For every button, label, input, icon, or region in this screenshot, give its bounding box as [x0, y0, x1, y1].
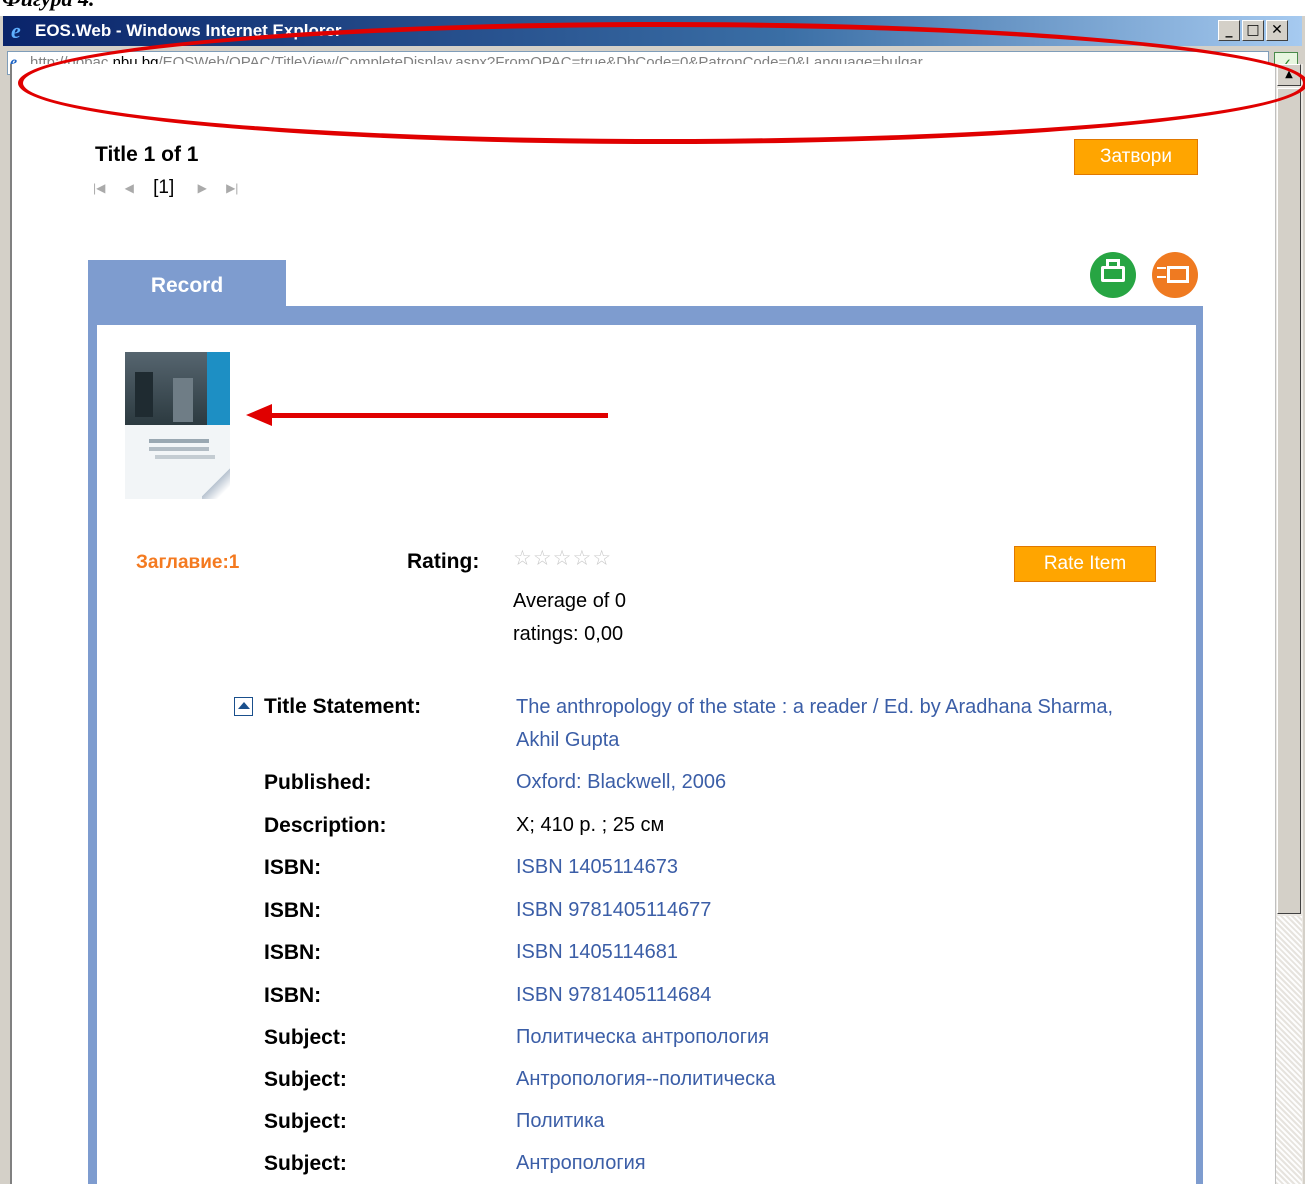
- average-line-1: Average of 0: [513, 590, 627, 612]
- close-button[interactable]: Затвори: [1074, 139, 1198, 175]
- field-value-isbn[interactable]: ISBN 1405114681: [516, 941, 678, 964]
- title-bar[interactable]: e EOS.Web - Windows Internet Explorer _ …: [3, 16, 1302, 46]
- field-label-isbn: ISBN:: [264, 941, 322, 964]
- field-label-title: Title Statement:: [264, 695, 422, 718]
- annotation-arrow-head: [246, 404, 272, 426]
- average-rating: Average of 0 ratings: 0,00: [513, 585, 626, 651]
- scroll-up-button[interactable]: ▲: [1277, 64, 1301, 86]
- field-value-description: X; 410 p. ; 25 см: [516, 814, 665, 836]
- field-value-title[interactable]: The anthropology of the state : a reader…: [516, 691, 1156, 757]
- tab-record[interactable]: Record: [88, 260, 286, 307]
- title-number: Заглавие:1: [136, 552, 240, 573]
- annotation-arrow: [268, 413, 608, 418]
- maximize-button[interactable]: □: [1242, 20, 1264, 41]
- field-label-published: Published:: [264, 771, 372, 794]
- last-page-icon[interactable]: ▶|: [226, 181, 238, 195]
- field-label-isbn: ISBN:: [264, 856, 322, 879]
- cover-stripe: [207, 352, 230, 425]
- field-value-isbn[interactable]: ISBN 1405114673: [516, 856, 678, 879]
- cover-page-curl: [202, 465, 230, 499]
- field-label-subject: Subject:: [264, 1152, 347, 1175]
- figure-caption: Фигура 4.: [2, 0, 95, 12]
- window-title: EOS.Web - Windows Internet Explorer: [35, 21, 342, 40]
- close-window-button[interactable]: ✕: [1266, 20, 1288, 41]
- print-icon[interactable]: [1090, 252, 1136, 298]
- field-value-subject[interactable]: Политическа антропология: [516, 1026, 769, 1049]
- field-label-isbn: ISBN:: [264, 899, 322, 922]
- average-line-2: ratings: 0,00: [513, 623, 624, 645]
- pager: |◀ ◀ [1] ▶ ▶|: [93, 177, 252, 199]
- email-icon[interactable]: [1152, 252, 1198, 298]
- first-page-icon[interactable]: |◀: [93, 181, 105, 195]
- next-page-icon[interactable]: ▶: [198, 181, 207, 195]
- field-value-subject[interactable]: Антропология: [516, 1152, 646, 1175]
- field-value-published[interactable]: Oxford: Blackwell, 2006: [516, 771, 726, 794]
- field-value-isbn[interactable]: ISBN 9781405114677: [516, 899, 711, 922]
- scroll-thumb[interactable]: [1277, 88, 1301, 914]
- collapse-icon[interactable]: [234, 697, 253, 716]
- title-count: Title 1 of 1: [95, 143, 199, 166]
- field-label-description: Description:: [264, 814, 387, 837]
- current-page[interactable]: [1]: [153, 177, 174, 198]
- rating-stars[interactable]: ☆☆☆☆☆: [513, 546, 612, 570]
- scroll-track[interactable]: [1276, 916, 1302, 1184]
- field-label-isbn: ISBN:: [264, 984, 322, 1007]
- vertical-scrollbar[interactable]: ▲: [1275, 64, 1303, 1184]
- field-value-isbn[interactable]: ISBN 9781405114684: [516, 984, 711, 1007]
- minimize-button[interactable]: _: [1218, 20, 1240, 41]
- cover-photo: [125, 352, 207, 425]
- field-label-subject: Subject:: [264, 1026, 347, 1049]
- field-label-subject: Subject:: [264, 1068, 347, 1091]
- rating-label: Rating:: [407, 550, 480, 573]
- field-value-subject[interactable]: Антропология--политическа: [516, 1068, 775, 1091]
- rate-item-button[interactable]: Rate Item: [1014, 546, 1156, 582]
- prev-page-icon[interactable]: ◀: [125, 181, 134, 195]
- book-cover-image[interactable]: [125, 352, 230, 499]
- field-value-subject[interactable]: Политика: [516, 1110, 605, 1133]
- field-label-subject: Subject:: [264, 1110, 347, 1133]
- ie-logo-icon: e: [11, 18, 21, 43]
